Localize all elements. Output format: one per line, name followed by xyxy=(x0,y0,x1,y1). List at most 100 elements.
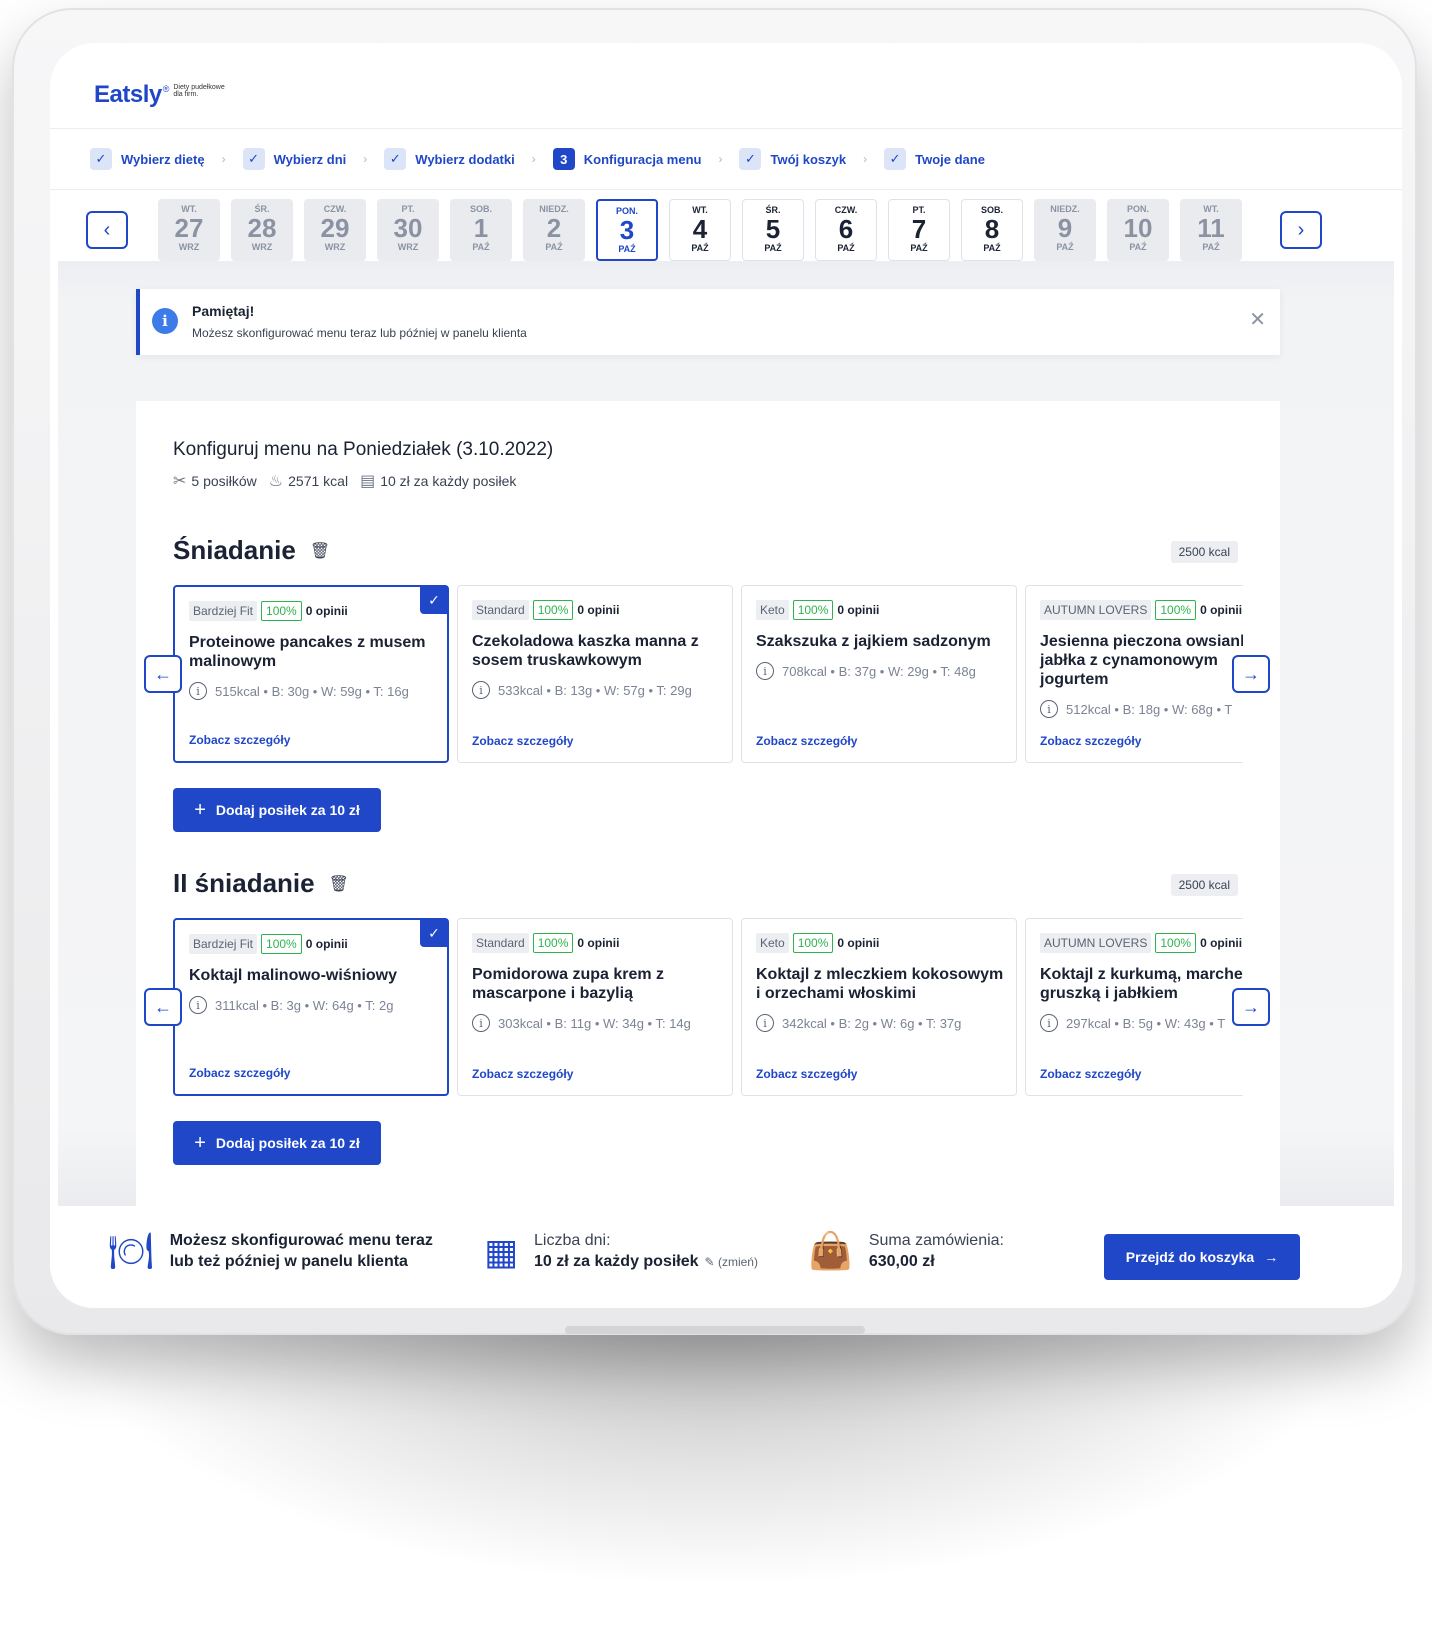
details-link[interactable]: Zobacz szczegóły xyxy=(189,1066,290,1080)
shopping-bag-icon: 👜 xyxy=(808,1230,853,1271)
meal-card[interactable]: AUTUMN LOVERS 100% 0 opinii Koktajl z kurku… xyxy=(1025,918,1243,1096)
close-icon[interactable]: ✕ xyxy=(1249,307,1266,332)
meal-name: Koktajl z kurkumą, marchewką, gruszką i j… xyxy=(1040,965,1243,1003)
cards-prev-button[interactable]: ← xyxy=(144,655,182,693)
order-footer: 🍽 Możesz skonfigurować menu teraz lub te… xyxy=(50,1206,1402,1308)
meal-card[interactable]: Keto 100% 0 opinii Szakszuka z jajkiem sadz… xyxy=(741,585,1017,763)
plate-cutlery-icon: 🍽 xyxy=(108,1230,154,1271)
day-month: PAŹ xyxy=(983,243,1001,253)
day-tile[interactable]: CZW. 29 WRZ xyxy=(304,199,366,261)
meal-name: Proteinowe pancakes z musem malinowym xyxy=(189,633,439,671)
day-tile[interactable]: CZW. 6 PAŹ xyxy=(815,199,877,261)
add-meal-button[interactable]: + Dodaj posiłek za 10 zł xyxy=(173,1121,381,1165)
meal-price: 10 zł za każdy posiłek xyxy=(380,473,517,489)
details-link[interactable]: Zobacz szczegóły xyxy=(189,733,290,747)
add-meal-button[interactable]: + Dodaj posiłek za 10 zł xyxy=(173,788,381,832)
trash-icon[interactable]: 🗑 xyxy=(329,874,349,894)
day-tile[interactable]: PON. 10 PAŹ xyxy=(1107,199,1169,261)
arrow-right-icon: → xyxy=(1242,996,1260,1017)
section-title-text: Śniadanie xyxy=(173,535,296,565)
meal-card[interactable]: ✓ Bardziej Fit 100% 0 opinii Proteinowe panc… xyxy=(173,585,449,763)
day-month: WRZ xyxy=(324,242,346,252)
days-next-button[interactable]: › xyxy=(1280,211,1322,249)
meal-name: Koktajl z mleczkiem kokosowym i orzechami… xyxy=(756,965,1006,1003)
day-tile[interactable]: NIEDZ. 9 PAŹ xyxy=(1034,199,1096,261)
cards-next-button[interactable]: → xyxy=(1232,655,1270,693)
day-tile[interactable]: PT. 30 WRZ xyxy=(377,199,439,261)
details-link[interactable]: Zobacz szczegóły xyxy=(756,734,857,748)
check-icon: ✓ xyxy=(242,148,265,170)
day-tile[interactable]: WT. 27 WRZ xyxy=(158,199,220,261)
day-number: 8 xyxy=(984,214,1000,244)
footer-info-line2: lub też później w panelu klienta xyxy=(169,1253,408,1270)
info-circle-icon[interactable]: i xyxy=(756,1014,774,1032)
day-month: PAŹ xyxy=(1202,242,1220,252)
details-link[interactable]: Zobacz szczegóły xyxy=(756,1067,857,1081)
info-circle-icon[interactable]: i xyxy=(756,662,774,680)
reminder-alert: i Pamiętaj! Możesz skonfigurować menu te… xyxy=(136,289,1280,355)
diet-tag: AUTUMN LOVERS xyxy=(1040,933,1152,953)
day-tile[interactable]: WT. 4 PAŹ xyxy=(669,199,731,261)
meal-name-line: malinowym xyxy=(189,653,277,670)
day-tile[interactable]: WT. 11 PAŹ xyxy=(1180,199,1242,261)
details-link[interactable]: Zobacz szczegóły xyxy=(1040,1067,1141,1081)
menu-config-panel: Konfiguruj menu na Poniedziałek (3.10.20… xyxy=(136,401,1280,1221)
day-tile[interactable]: SOB. 8 PAŹ xyxy=(961,199,1023,261)
diet-tag: Keto xyxy=(756,933,789,953)
rating-badge: 100% xyxy=(1155,933,1197,953)
day-tile[interactable]: ŚR. 28 WRZ xyxy=(231,199,293,261)
step-2[interactable]: ✓ Wybierz dni › xyxy=(242,148,385,170)
info-circle-icon[interactable]: i xyxy=(189,996,207,1014)
trash-icon[interactable]: 🗑 xyxy=(310,541,330,561)
day-tile[interactable]: ŚR. 5 PAŹ xyxy=(742,199,804,261)
info-circle-icon[interactable]: i xyxy=(1040,700,1058,718)
cards-prev-button[interactable]: ← xyxy=(144,988,182,1026)
reviews-count: 0 opinii xyxy=(577,603,620,617)
day-tile[interactable]: PON. 3 PAŹ xyxy=(596,199,658,261)
change-link[interactable]: ✎ (zmień) xyxy=(705,1255,758,1269)
step-3[interactable]: ✓ Wybierz dodatki › xyxy=(384,148,552,170)
nutrition-text: 311kcal • B: 3g • W: 64g • T: 2g xyxy=(215,997,394,1013)
info-circle-icon[interactable]: i xyxy=(189,682,207,700)
info-circle-icon[interactable]: i xyxy=(472,1014,490,1032)
days-prev-button[interactable]: ‹ xyxy=(86,211,128,249)
step-6[interactable]: ✓ Twoje dane xyxy=(884,148,985,170)
rating-badge: 100% xyxy=(261,601,302,621)
go-to-cart-button[interactable]: Przejdź do koszyka → xyxy=(1104,1234,1300,1280)
kcal-badge: 2500 kcal xyxy=(1170,874,1238,896)
meal-card[interactable]: Standard 100% 0 opinii Czekoladowa kaszka m… xyxy=(457,585,733,763)
meal-card[interactable]: Keto 100% 0 opinii Koktajl z mleczkiem koko… xyxy=(741,918,1017,1096)
meal-card[interactable]: Standard 100% 0 opinii Pomidorowa zupa krem… xyxy=(457,918,733,1096)
reviews-count: 0 opinii xyxy=(837,936,880,950)
day-tile[interactable]: PT. 7 PAŹ xyxy=(888,199,950,261)
cards-next-button[interactable]: → xyxy=(1232,988,1270,1026)
meal-name: Czekoladowa kaszka manna z sosem truskawk… xyxy=(472,632,722,670)
day-number: 28 xyxy=(247,213,277,243)
details-link[interactable]: Zobacz szczegóły xyxy=(1040,734,1141,748)
chevron-right-icon: › xyxy=(718,152,723,166)
meal-card[interactable]: AUTUMN LOVERS 100% 0 opinii Jesienna pieczo… xyxy=(1025,585,1243,763)
footer-info: 🍽 Możesz skonfigurować menu teraz lub te… xyxy=(108,1230,433,1272)
info-circle-icon[interactable]: i xyxy=(472,681,490,699)
meal-card[interactable]: ✓ Bardziej Fit 100% 0 opinii Koktajl malinow… xyxy=(173,918,449,1096)
step-1[interactable]: ✓ Wybierz dietę › xyxy=(90,148,243,170)
details-link[interactable]: Zobacz szczegóły xyxy=(472,734,573,748)
change-label: (zmień) xyxy=(717,1255,758,1269)
day-tile[interactable]: NIEDZ. 2 PAŹ xyxy=(523,199,585,261)
day-tile[interactable]: SOB. 1 PAŹ xyxy=(450,199,512,261)
info-circle-icon[interactable]: i xyxy=(1040,1014,1058,1032)
step-label: Konfiguracja menu xyxy=(583,151,702,167)
details-link[interactable]: Zobacz szczegóły xyxy=(472,1067,573,1081)
step-4[interactable]: 3 Konfiguracja menu › xyxy=(552,148,740,170)
day-picker: ‹ WT. 27 WRZ ŚR. 28 WRZ CZW. 29 WRZ PT. 30 WRZ SOB. 1… xyxy=(50,191,1402,269)
step-5[interactable]: ✓ Twój koszyk › xyxy=(739,148,884,170)
rating-badge: 100% xyxy=(792,933,834,953)
meal-name-line: mascarpone i bazylią xyxy=(472,985,633,1002)
footer-days: ▦ Liczba dni: 10 zł za każdy posiłek ✎ (z… xyxy=(484,1230,758,1273)
reviews-count: 0 opinii xyxy=(1200,936,1243,950)
arrow-right-icon: → xyxy=(1264,1249,1279,1265)
rating-badge: 100% xyxy=(792,600,834,620)
arrow-left-icon: ← xyxy=(154,663,172,684)
section-title: II śniadanie 🗑 xyxy=(173,868,349,899)
brand-logo[interactable]: Eatsly ® Diety pudełkowe dla firm. xyxy=(94,81,225,109)
